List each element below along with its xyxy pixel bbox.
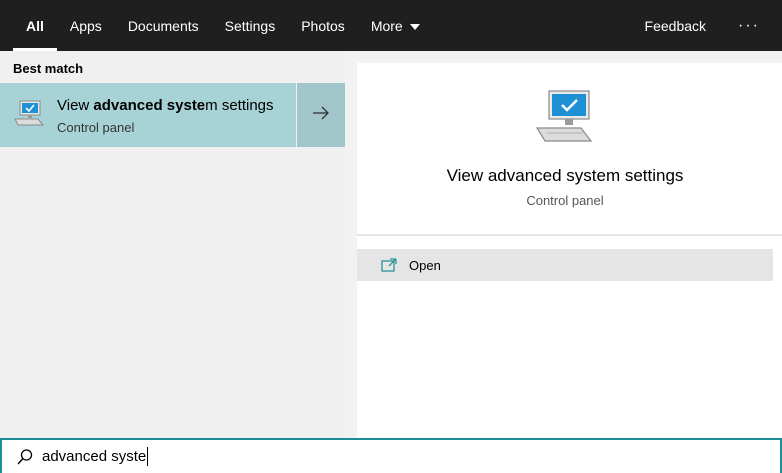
open-action[interactable]: Open: [357, 249, 773, 281]
computer-monitor-icon: [14, 99, 45, 132]
tab-label: Settings: [224, 17, 276, 34]
tab-settings[interactable]: Settings: [212, 0, 289, 51]
text-cursor: [147, 447, 149, 466]
tab-apps[interactable]: Apps: [57, 0, 115, 51]
chevron-down-icon: [409, 23, 420, 30]
tab-label: Documents: [127, 17, 199, 34]
search-icon: [16, 448, 34, 466]
tab-label: Apps: [69, 17, 102, 34]
tab-label: More: [370, 17, 403, 34]
ellipsis-icon: ···: [738, 16, 760, 34]
best-match-heading: Best match: [13, 61, 84, 76]
title-match: advanced syste: [93, 97, 206, 114]
feedback-button[interactable]: Feedback: [635, 0, 726, 51]
arrow-right-icon: [312, 106, 330, 125]
preview-subtitle: Control panel: [526, 193, 604, 208]
search-query: advanced syste: [42, 448, 147, 465]
results-panel: Best match View advanced system settings…: [0, 51, 345, 439]
tab-label: All: [26, 17, 44, 34]
search-input[interactable]: advanced syste: [42, 447, 149, 466]
computer-monitor-icon: [535, 89, 595, 150]
tab-spacer: [433, 0, 635, 51]
tab-all[interactable]: All: [13, 0, 57, 51]
tab-more[interactable]: More: [358, 0, 433, 51]
preview-title: View advanced system settings: [446, 166, 684, 185]
best-match-subtitle: Control panel: [57, 120, 135, 135]
search-box[interactable]: advanced syste: [0, 438, 782, 473]
preview-header: View advanced system settings Control pa…: [357, 63, 782, 234]
best-match-title: View advanced system settings: [57, 97, 274, 114]
tab-photos[interactable]: Photos: [288, 0, 358, 51]
open-label: Open: [409, 257, 441, 273]
title-prefix: View: [57, 97, 94, 114]
preview-actions: Open: [357, 236, 782, 439]
search-scope-tabs: All Apps Documents Settings Photos More …: [0, 0, 782, 51]
tab-label: Photos: [301, 17, 345, 34]
best-match-result[interactable]: View advanced system settings Control pa…: [0, 83, 296, 147]
feedback-label: Feedback: [644, 17, 707, 34]
expand-preview-button[interactable]: [297, 83, 345, 147]
tab-documents[interactable]: Documents: [115, 0, 212, 51]
title-suffix: m settings: [205, 97, 274, 114]
more-options-button[interactable]: ···: [726, 0, 782, 51]
open-window-icon: [381, 258, 397, 272]
